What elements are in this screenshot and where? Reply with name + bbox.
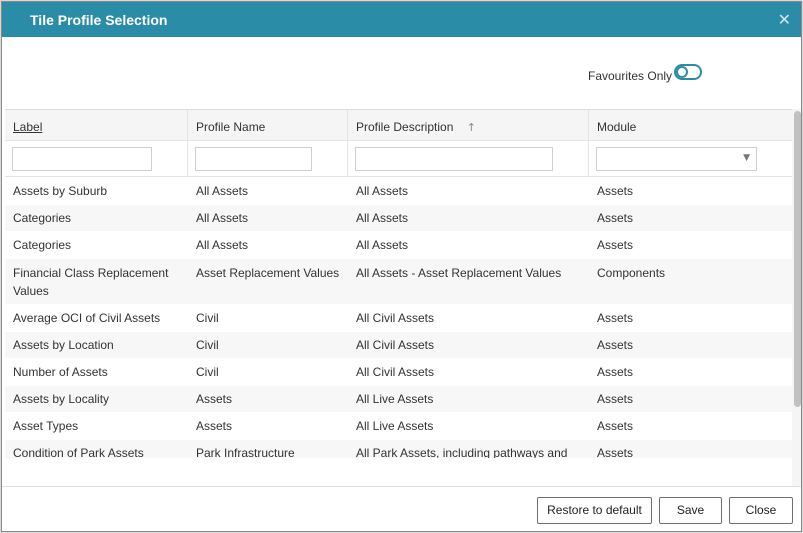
table-row[interactable]: Assets by Location Civil All Civil Assets A… <box>5 332 792 359</box>
cell-label: Assets by Suburb <box>13 184 108 198</box>
cell-module: Assets <box>597 446 634 458</box>
filter-cell-profile-description <box>348 141 589 177</box>
cell-module: Assets <box>597 365 634 379</box>
cell-label: Number of Assets <box>13 365 108 379</box>
favourites-only-label: Favourites Only <box>588 69 673 83</box>
cell-profile-description: All Civil Assets <box>356 338 435 352</box>
filter-cell-profile-name <box>188 141 348 177</box>
cell-module: Assets <box>597 392 634 406</box>
chevron-down-icon: ▼ <box>743 153 750 163</box>
cell-profile-description: All Assets <box>356 238 409 252</box>
table-row[interactable]: Categories All Assets All Assets Assets <box>5 232 792 259</box>
cell-profile-name: All Assets <box>196 211 249 225</box>
cell-profile-name: Civil <box>196 365 219 379</box>
cell-profile-description: All Live Assets <box>356 392 434 406</box>
table-row[interactable]: Condition of Park Assets Park Infrastruct… <box>5 440 792 458</box>
cell-module: Assets <box>597 211 634 225</box>
cell-profile-name: All Assets <box>196 184 249 198</box>
cell-label: Categories <box>13 211 72 225</box>
table-row[interactable]: Asset Types Assets All Live Assets Assets <box>5 413 792 440</box>
cell-profile-name: Asset Replacement Values <box>196 266 340 280</box>
cell-profile-description: All Park Assets, including pathways and <box>356 446 568 458</box>
cell-module: Assets <box>597 184 634 198</box>
cell-module: Assets <box>597 238 634 252</box>
column-header-profile-name[interactable]: Profile Name <box>188 110 348 141</box>
cell-label: Assets by Location <box>13 338 114 352</box>
table-row[interactable]: Assets by Locality Assets All Live Assets A… <box>5 386 792 413</box>
column-header-profile-description-text: Profile Description <box>356 120 454 134</box>
profile-grid: Label Profile Name Profile Description ↑… <box>5 109 792 458</box>
toggle-knob <box>676 66 688 78</box>
table-row[interactable]: Assets by Suburb All Assets All Assets Asse… <box>5 178 792 205</box>
cell-profile-description: All Civil Assets <box>356 365 435 379</box>
column-header-module-text: Module <box>597 120 637 134</box>
table-row[interactable]: Categories All Assets All Assets Assets <box>5 205 792 232</box>
sort-ascending-icon: ↑ <box>466 121 476 134</box>
profile-name-filter-input[interactable] <box>195 147 312 171</box>
grid-body: Assets by Suburb All Assets All Assets Asse… <box>5 178 792 458</box>
grid-header: Label Profile Name Profile Description ↑… <box>5 110 792 141</box>
cell-profile-description: All Live Assets <box>356 419 434 433</box>
module-filter-select[interactable]: ▼ <box>596 147 757 171</box>
filter-cell-module: ▼ <box>589 141 792 177</box>
cell-label: Categories <box>13 238 72 252</box>
close-icon[interactable]: ✕ <box>778 10 791 29</box>
cell-profile-name: Park Infrastructure <box>196 446 295 458</box>
cell-profile-description: All Assets - Asset Replacement Values <box>356 266 562 280</box>
cell-label: Financial Class Replacement Values <box>13 266 169 298</box>
dialog-titlebar: Tile Profile Selection ✕ <box>2 2 801 37</box>
column-header-profile-description[interactable]: Profile Description ↑ <box>348 110 589 141</box>
cell-module: Assets <box>597 419 634 433</box>
grid-scrollbar[interactable] <box>792 109 801 487</box>
table-row[interactable]: Financial Class Replacement Values Asset … <box>5 259 792 305</box>
cell-profile-description: All Assets <box>356 184 409 198</box>
cell-profile-name: Assets <box>196 392 233 406</box>
scrollbar-thumb[interactable] <box>794 111 801 407</box>
favourites-only-toggle[interactable] <box>674 64 702 80</box>
cell-label: Average OCI of Civil Assets <box>13 311 161 325</box>
cell-profile-name: All Assets <box>196 238 249 252</box>
label-filter-input[interactable] <box>12 147 152 171</box>
column-header-label[interactable]: Label <box>5 110 188 141</box>
cell-profile-name: Assets <box>196 419 233 433</box>
cell-profile-name: Civil <box>196 338 219 352</box>
cell-profile-description: All Civil Assets <box>356 311 435 325</box>
save-button[interactable]: Save <box>659 497 722 524</box>
column-header-module[interactable]: Module <box>589 110 792 141</box>
restore-to-default-button[interactable]: Restore to default <box>537 497 652 524</box>
profile-description-filter-input[interactable] <box>355 147 553 171</box>
table-row[interactable]: Number of Assets Civil All Civil Assets Ass… <box>5 359 792 386</box>
column-header-label-text: Label <box>13 120 43 134</box>
cell-module: Components <box>597 266 666 280</box>
column-header-profile-name-text: Profile Name <box>196 120 266 134</box>
grid-filter-row: ▼ <box>5 141 792 177</box>
close-button[interactable]: Close <box>729 497 793 524</box>
cell-label: Asset Types <box>13 419 79 433</box>
filter-cell-label <box>5 141 188 177</box>
cell-module: Assets <box>597 311 634 325</box>
cell-profile-description: All Assets <box>356 211 409 225</box>
dialog-footer: Restore to default Save Close <box>2 486 801 531</box>
cell-label: Assets by Locality <box>13 392 110 406</box>
cell-module: Assets <box>597 338 634 352</box>
dialog-title: Tile Profile Selection <box>30 12 168 28</box>
cell-profile-name: Civil <box>196 311 219 325</box>
table-row[interactable]: Average OCI of Civil Assets Civil All Civi… <box>5 305 792 332</box>
tile-profile-dialog: Tile Profile Selection ✕ Favourites Only… <box>1 1 802 532</box>
cell-label: Condition of Park Assets <box>13 446 144 458</box>
